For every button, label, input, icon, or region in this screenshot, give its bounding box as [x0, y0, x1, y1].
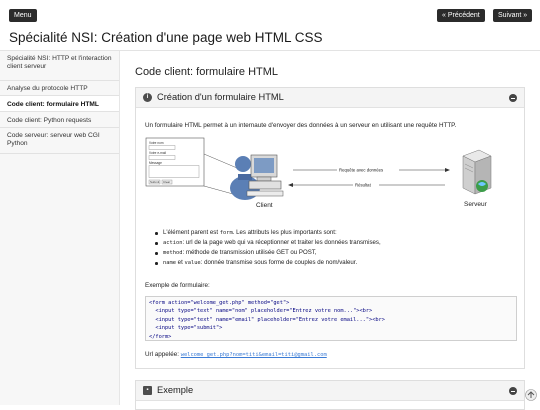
- card-header[interactable]: ▪ Exemple: [136, 381, 524, 401]
- form-field-label: Votre e-mail: [149, 151, 166, 155]
- example-card: ▪ Exemple: [135, 380, 525, 410]
- form-field-label: Message: [149, 161, 162, 165]
- card-title: Exemple: [157, 385, 194, 395]
- next-button[interactable]: Suivant »: [493, 9, 533, 22]
- code-line: <input type="text" name="email" placehol…: [149, 316, 385, 323]
- list-item: name et value: donnée transmise sous for…: [154, 258, 514, 268]
- attributes-list: L'élément parent est form. Les attributs…: [154, 228, 514, 268]
- collapse-icon[interactable]: [509, 94, 517, 102]
- sidebar-item-python-requests[interactable]: Code client: Python requests: [0, 112, 119, 128]
- top-bar: Menu « Précédent Suivant » Spécialité NS…: [0, 0, 540, 51]
- sidebar-item-html-form[interactable]: Code client: formulaire HTML: [0, 96, 119, 112]
- intro-text: Un formulaire HTML permet à un internaut…: [145, 122, 457, 129]
- client-label: Client: [256, 202, 273, 209]
- example-label: Exemple de formulaire:: [145, 282, 210, 289]
- example-icon: ▪: [143, 386, 152, 395]
- form-field-label: Votre nom: [149, 141, 164, 145]
- sidebar-item-http-analysis[interactable]: Analyse du protocole HTTP: [0, 81, 119, 96]
- client-server-diagram: Votre nom Votre e-mail Message Submit Cl…: [145, 137, 492, 209]
- sidebar-item-http-interaction[interactable]: Spécialité NSI: HTTP et l'interaction cl…: [0, 51, 119, 81]
- called-url-row: Url appelée: welcome_get.php?nom=titi&em…: [145, 351, 327, 358]
- page-heading: Code client: formulaire HTML: [135, 66, 279, 78]
- code-line: <input type="text" name="nom" placeholde…: [149, 308, 373, 315]
- sidebar: Spécialité NSI: HTTP et l'interaction cl…: [0, 51, 120, 405]
- called-url-link[interactable]: welcome_get.php?nom=titi&email=titi@gmai…: [181, 352, 327, 358]
- server-label: Serveur: [464, 201, 488, 208]
- code-line: </form>: [149, 333, 172, 340]
- list-item: action: url de la page web qui va récept…: [154, 238, 514, 248]
- code-block: <form action="welcome_get.php" method="g…: [145, 296, 517, 341]
- previous-button[interactable]: « Précédent: [437, 9, 485, 22]
- result-label: Résultat: [355, 183, 372, 188]
- form-mockup-image: Votre nom Votre e-mail Message Submit Cl…: [145, 137, 205, 187]
- code-line: <form action="welcome_get.php" method="g…: [149, 300, 290, 306]
- list-item: method: méthode de transmission utilisée…: [154, 248, 514, 258]
- server-icon: [462, 149, 492, 195]
- menu-button[interactable]: Menu: [9, 9, 37, 22]
- code-line: <input type="submit">: [149, 325, 223, 332]
- sidebar-item-cgi-server[interactable]: Code serveur: serveur web CGI Python: [0, 128, 119, 154]
- list-item: L'élément parent est form. Les attributs…: [154, 228, 514, 238]
- card-title: Création d'un formulaire HTML: [157, 92, 284, 102]
- info-icon: i: [143, 93, 152, 102]
- form-creation-card: i Création d'un formulaire HTML Un formu…: [135, 87, 525, 369]
- form-button-label: Submit: [150, 180, 160, 184]
- collapse-icon[interactable]: [509, 387, 517, 395]
- document-title: Spécialité NSI: Création d'une page web …: [9, 30, 323, 45]
- card-header[interactable]: i Création d'un formulaire HTML: [136, 88, 524, 108]
- scroll-helper-icon[interactable]: [525, 389, 537, 401]
- called-url-label: Url appelée:: [145, 351, 181, 358]
- request-label: Requête avec données: [339, 168, 383, 173]
- form-button-label: Clear: [163, 180, 170, 184]
